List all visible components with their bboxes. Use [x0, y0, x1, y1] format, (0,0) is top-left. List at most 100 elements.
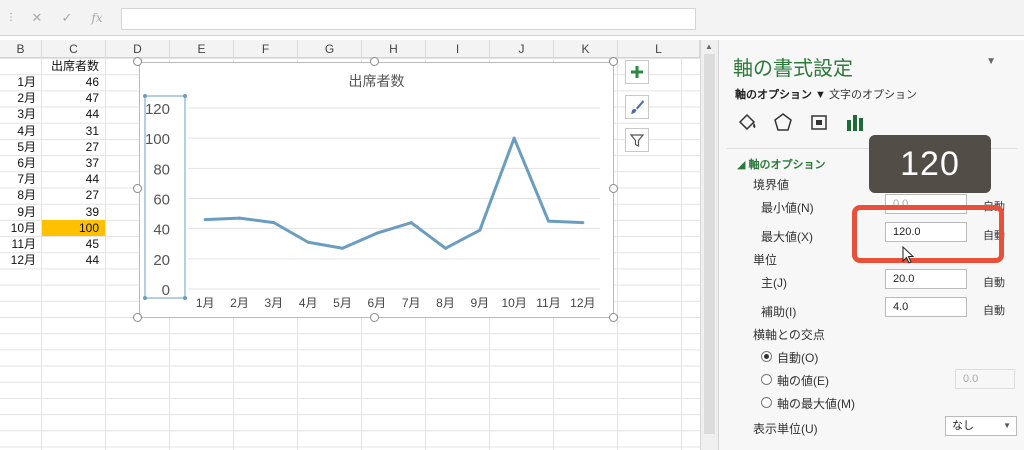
chart-filters-button[interactable]	[625, 128, 649, 152]
value-cell[interactable]: 100	[42, 219, 105, 236]
value-cell[interactable]: 27	[42, 187, 105, 203]
section-axis-options[interactable]: ◢ 軸のオプション	[737, 156, 826, 172]
month-cell[interactable]: 1月	[0, 74, 42, 90]
month-cell[interactable]: 12月	[0, 252, 42, 268]
month-cell[interactable]: 6月	[0, 155, 42, 171]
radio-auto-label[interactable]: 自動(O)	[777, 349, 818, 366]
value-cell[interactable]: 44	[42, 106, 105, 122]
cross-label: 横軸との交点	[753, 328, 825, 342]
axis-selection-handle[interactable]	[143, 94, 147, 98]
month-cell[interactable]: 11月	[0, 236, 42, 252]
major-auto-button[interactable]: 自動	[983, 274, 1005, 290]
value-cell[interactable]: 44	[42, 171, 105, 187]
scroll-thumb[interactable]	[704, 54, 715, 434]
column-header-k[interactable]: K	[554, 40, 618, 58]
data-point[interactable]	[238, 216, 241, 220]
column-header-b[interactable]: B	[0, 40, 42, 58]
x-tick-label: 4月	[299, 296, 318, 310]
data-point[interactable]	[478, 228, 482, 232]
minor-auto-button[interactable]: 自動	[983, 302, 1005, 318]
display-unit-select[interactable]: なし ▼	[945, 416, 1017, 436]
formula-input[interactable]	[121, 8, 696, 30]
data-point[interactable]	[203, 218, 207, 222]
resize-handle[interactable]	[133, 313, 142, 322]
value-cell[interactable]: 44	[42, 252, 105, 268]
value-cell[interactable]: 31	[42, 123, 105, 139]
chart-area[interactable]: 出席者数 0 20 40 60 80 100 120 1月 2月 3月 4月 5月 6月 7月 8月 9月 10…	[139, 62, 614, 318]
data-point[interactable]	[306, 240, 310, 244]
minor-input[interactable]: 4.0	[885, 297, 967, 317]
data-point[interactable]	[375, 231, 379, 235]
resize-handle[interactable]	[370, 313, 379, 322]
axis-value-input[interactable]: 0.0	[955, 369, 1015, 389]
radio-auto[interactable]	[761, 351, 772, 362]
axis-selection-handle[interactable]	[143, 296, 147, 300]
data-point[interactable]	[581, 221, 585, 225]
radio-axis-value[interactable]	[761, 374, 772, 385]
scroll-up-icon[interactable]: ▲	[705, 42, 713, 51]
column-header-j[interactable]: J	[490, 40, 554, 58]
value-cell[interactable]: 37	[42, 155, 105, 171]
data-point[interactable]	[444, 246, 447, 250]
value-cell[interactable]: 27	[42, 139, 105, 155]
column-header-i[interactable]: I	[426, 40, 490, 58]
size-properties-icon[interactable]	[807, 110, 831, 134]
value-cell[interactable]: 45	[42, 236, 105, 252]
chart-styles-button[interactable]	[625, 95, 649, 119]
column-header-e[interactable]: E	[170, 40, 234, 58]
month-cell[interactable]: 10月	[0, 220, 42, 236]
x-tick-label: 10月	[501, 296, 526, 310]
radio-axis-value-label[interactable]: 軸の値(E)	[777, 372, 829, 389]
value-cell[interactable]: 39	[42, 204, 105, 220]
data-point[interactable]	[409, 221, 413, 225]
display-unit-value: なし	[952, 420, 974, 432]
resize-handle[interactable]	[609, 57, 618, 66]
resize-handle[interactable]	[133, 184, 142, 193]
column-header-g[interactable]: G	[298, 40, 362, 58]
line-chart[interactable]: 0 20 40 60 80 100 120 1月 2月 3月 4月 5月 6月 7月 8月 9月 10月 11月 1…	[140, 63, 615, 319]
cancel-icon[interactable]: ✕	[22, 10, 52, 26]
resize-handle[interactable]	[609, 184, 618, 193]
radio-axis-max[interactable]	[761, 397, 772, 408]
month-cell[interactable]: 5月	[0, 139, 42, 155]
column-header-h[interactable]: H	[362, 40, 426, 58]
month-cell[interactable]: 9月	[0, 204, 42, 220]
column-header-c[interactable]: C	[42, 40, 106, 58]
max-label: 最大値(X)	[761, 230, 813, 244]
data-point[interactable]	[341, 246, 344, 250]
value-cell[interactable]: 47	[42, 90, 105, 106]
chart-elements-button[interactable]	[625, 60, 649, 84]
min-label: 最小値(N)	[761, 201, 814, 215]
data-point[interactable]	[272, 221, 276, 225]
month-cell[interactable]: 7月	[0, 171, 42, 187]
plus-icon	[631, 66, 643, 78]
resize-handle[interactable]	[609, 313, 618, 322]
function-icon[interactable]: fx	[82, 11, 112, 25]
axis-selection-handle[interactable]	[183, 94, 187, 98]
column-header-l[interactable]: L	[618, 40, 700, 58]
column-header-f[interactable]: F	[234, 40, 298, 58]
value-cell[interactable]: 46	[42, 74, 105, 90]
axis-options-icon[interactable]	[843, 110, 867, 134]
tab-text-options[interactable]: 文字のオプション	[829, 86, 917, 102]
enter-icon[interactable]: ✓	[52, 10, 82, 26]
major-input[interactable]: 20.0	[885, 269, 967, 289]
month-cell[interactable]: 8月	[0, 187, 42, 203]
pane-menu-icon[interactable]: ▼	[986, 56, 996, 67]
data-point[interactable]	[547, 219, 550, 223]
vertical-scrollbar[interactable]: ▲	[700, 40, 718, 450]
resize-handle[interactable]	[370, 57, 379, 66]
tab-axis-options[interactable]: 軸のオプション ▼	[735, 86, 826, 102]
resize-handle[interactable]	[133, 57, 142, 66]
effects-icon[interactable]	[771, 110, 795, 134]
column-header-d[interactable]: D	[106, 40, 170, 58]
month-cell[interactable]: 2月	[0, 90, 42, 106]
month-cell[interactable]: 3月	[0, 106, 42, 122]
radio-axis-max-label[interactable]: 軸の最大値(M)	[777, 395, 855, 412]
axis-selection-handle[interactable]	[183, 296, 187, 300]
header-cell[interactable]: 出席者数	[46, 58, 104, 74]
month-cell[interactable]: 4月	[0, 123, 42, 139]
series-line[interactable]	[205, 136, 583, 250]
data-point[interactable]	[512, 136, 516, 140]
fill-line-icon[interactable]	[735, 110, 759, 134]
